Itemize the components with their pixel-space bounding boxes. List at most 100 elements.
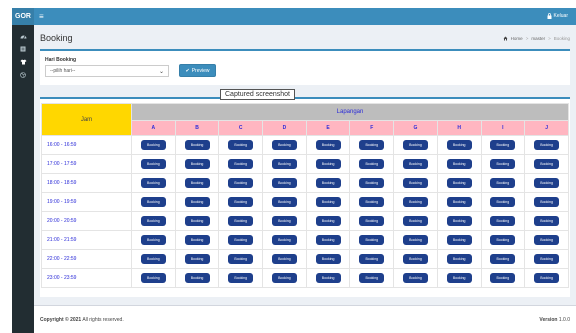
booking-button-b[interactable]: Booking <box>184 178 210 188</box>
booking-button-e[interactable]: Booking <box>315 178 341 188</box>
booking-button-i[interactable]: Booking <box>490 197 516 207</box>
booking-button-a[interactable]: Booking <box>140 254 166 264</box>
booking-cell: Booking <box>218 192 264 212</box>
booking-button-c[interactable]: Booking <box>228 254 254 264</box>
booking-button-i[interactable]: Booking <box>490 159 516 169</box>
sidebar-item-jersey[interactable] <box>12 55 34 68</box>
booking-button-f[interactable]: Booking <box>359 273 385 283</box>
booking-button-h[interactable]: Booking <box>446 273 472 283</box>
booking-button-e[interactable]: Booking <box>315 254 341 264</box>
booking-cell: Booking <box>393 154 438 174</box>
booking-button-f[interactable]: Booking <box>359 140 385 150</box>
booking-button-c[interactable]: Booking <box>228 235 254 245</box>
booking-button-g[interactable]: Booking <box>402 216 428 226</box>
booking-button-b[interactable]: Booking <box>184 159 210 169</box>
booking-button-g[interactable]: Booking <box>402 197 428 207</box>
booking-button-b[interactable]: Booking <box>184 140 210 150</box>
booking-cell: Booking <box>174 249 220 269</box>
booking-button-e[interactable]: Booking <box>315 197 341 207</box>
booking-button-h[interactable]: Booking <box>446 235 472 245</box>
booking-button-f[interactable]: Booking <box>359 254 385 264</box>
sidebar-item-court[interactable] <box>12 68 34 81</box>
booking-button-f[interactable]: Booking <box>359 235 385 245</box>
booking-button-g[interactable]: Booking <box>402 235 428 245</box>
booking-button-d[interactable]: Booking <box>271 140 297 150</box>
booking-button-d[interactable]: Booking <box>271 159 297 169</box>
booking-button-f[interactable]: Booking <box>359 178 385 188</box>
sidebar-item-dashboard[interactable] <box>12 29 34 42</box>
booking-cell: Booking <box>218 135 264 155</box>
booking-cell: Booking <box>174 230 220 250</box>
booking-button-i[interactable]: Booking <box>490 273 516 283</box>
booking-button-c[interactable]: Booking <box>228 197 254 207</box>
brand-logo[interactable]: GOR <box>12 8 34 25</box>
booking-button-g[interactable]: Booking <box>402 159 428 169</box>
booking-button-g[interactable]: Booking <box>402 140 428 150</box>
booking-button-j[interactable]: Booking <box>534 140 560 150</box>
booking-button-c[interactable]: Booking <box>228 159 254 169</box>
booking-button-a[interactable]: Booking <box>140 273 166 283</box>
booking-button-i[interactable]: Booking <box>490 140 516 150</box>
booking-button-d[interactable]: Booking <box>271 216 297 226</box>
booking-button-f[interactable]: Booking <box>359 197 385 207</box>
booking-button-a[interactable]: Booking <box>140 140 166 150</box>
booking-button-h[interactable]: Booking <box>446 216 472 226</box>
booking-button-b[interactable]: Booking <box>184 197 210 207</box>
booking-button-d[interactable]: Booking <box>271 273 297 283</box>
booking-button-b[interactable]: Booking <box>184 235 210 245</box>
booking-button-c[interactable]: Booking <box>228 273 254 283</box>
booking-button-a[interactable]: Booking <box>140 197 166 207</box>
booking-button-c[interactable]: Booking <box>228 140 254 150</box>
preview-button[interactable]: ✔ Preview <box>179 64 216 77</box>
booking-button-i[interactable]: Booking <box>490 235 516 245</box>
booking-button-j[interactable]: Booking <box>534 216 560 226</box>
menu-toggle-icon[interactable]: ≡ <box>39 12 44 21</box>
booking-button-b[interactable]: Booking <box>184 273 210 283</box>
booking-button-h[interactable]: Booking <box>446 140 472 150</box>
booking-button-j[interactable]: Booking <box>534 235 560 245</box>
booking-button-d[interactable]: Booking <box>271 178 297 188</box>
booking-button-h[interactable]: Booking <box>446 178 472 188</box>
booking-button-i[interactable]: Booking <box>490 216 516 226</box>
booking-button-j[interactable]: Booking <box>534 254 560 264</box>
booking-button-f[interactable]: Booking <box>359 159 385 169</box>
booking-button-j[interactable]: Booking <box>534 178 560 188</box>
booking-button-j[interactable]: Booking <box>534 273 560 283</box>
booking-button-d[interactable]: Booking <box>271 254 297 264</box>
booking-button-e[interactable]: Booking <box>315 235 341 245</box>
booking-cell: Booking <box>131 211 176 231</box>
booking-button-g[interactable]: Booking <box>402 254 428 264</box>
booking-button-e[interactable]: Booking <box>315 273 341 283</box>
booking-button-f[interactable]: Booking <box>359 216 385 226</box>
booking-button-e[interactable]: Booking <box>315 159 341 169</box>
booking-button-a[interactable]: Booking <box>140 216 166 226</box>
booking-button-d[interactable]: Booking <box>271 197 297 207</box>
booking-button-b[interactable]: Booking <box>184 216 210 226</box>
booking-cell: Booking <box>480 154 526 174</box>
booking-cell: Booking <box>480 249 526 269</box>
booking-button-d[interactable]: Booking <box>271 235 297 245</box>
breadcrumb-master[interactable]: master <box>531 36 545 41</box>
booking-cell: Booking <box>524 268 569 288</box>
booking-button-i[interactable]: Booking <box>490 178 516 188</box>
sidebar-item-list[interactable] <box>12 42 34 55</box>
booking-button-c[interactable]: Booking <box>228 216 254 226</box>
booking-button-h[interactable]: Booking <box>446 197 472 207</box>
booking-button-e[interactable]: Booking <box>315 216 341 226</box>
breadcrumb-home[interactable]: Home <box>511 36 523 41</box>
booking-button-j[interactable]: Booking <box>534 197 560 207</box>
hari-select[interactable]: --pilih hari-- ⌄ <box>45 65 169 77</box>
booking-button-e[interactable]: Booking <box>315 140 341 150</box>
booking-button-a[interactable]: Booking <box>140 159 166 169</box>
booking-button-g[interactable]: Booking <box>402 178 428 188</box>
booking-button-h[interactable]: Booking <box>446 254 472 264</box>
booking-button-c[interactable]: Booking <box>228 178 254 188</box>
logout-link[interactable]: Keluar <box>547 13 568 19</box>
booking-button-a[interactable]: Booking <box>140 235 166 245</box>
booking-button-a[interactable]: Booking <box>140 178 166 188</box>
booking-button-b[interactable]: Booking <box>184 254 210 264</box>
booking-button-g[interactable]: Booking <box>402 273 428 283</box>
booking-button-h[interactable]: Booking <box>446 159 472 169</box>
booking-button-j[interactable]: Booking <box>534 159 560 169</box>
booking-button-i[interactable]: Booking <box>490 254 516 264</box>
